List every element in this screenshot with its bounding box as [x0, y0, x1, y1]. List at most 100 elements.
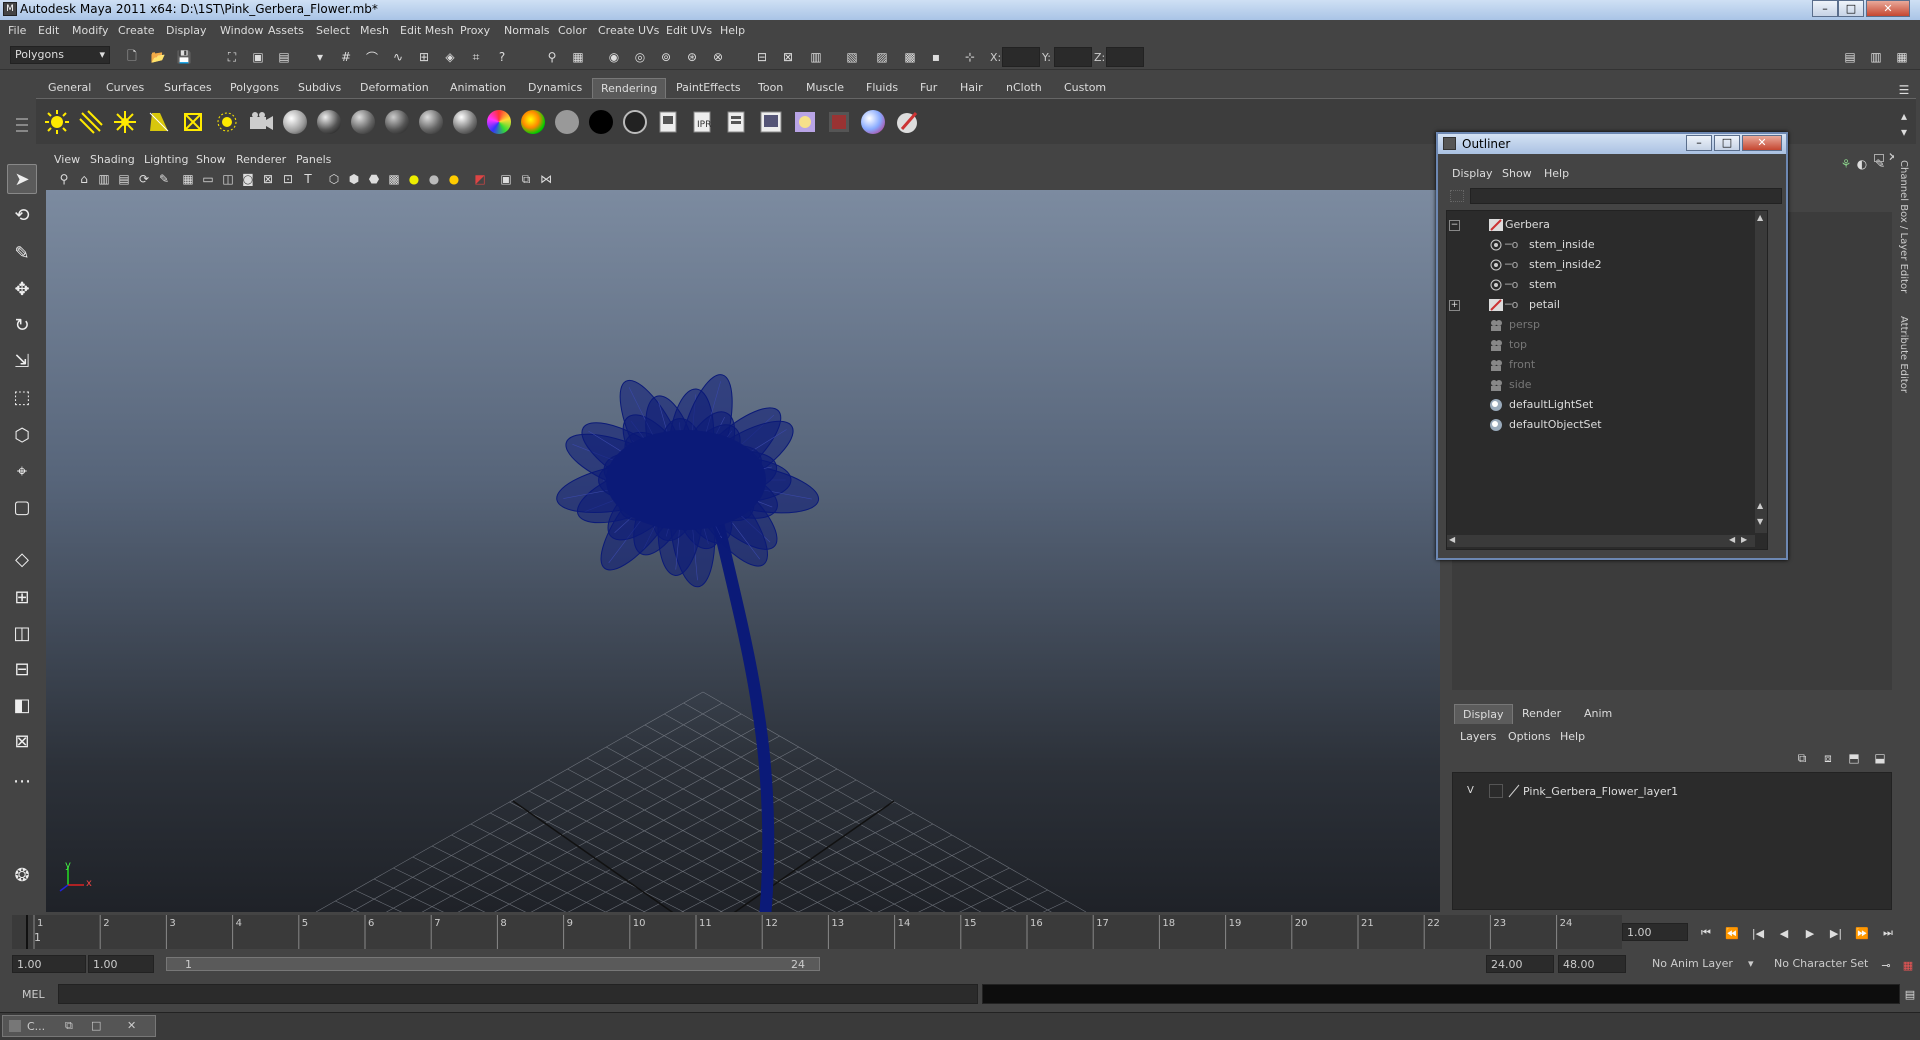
- menu-modify[interactable]: Modify: [72, 24, 108, 37]
- shelf-tab-dynamics[interactable]: Dynamics: [520, 78, 590, 98]
- menu-display[interactable]: Display: [166, 24, 207, 37]
- outliner-maximize-button[interactable]: □: [1714, 135, 1740, 151]
- layer-move-down-icon[interactable]: ⬓: [1870, 748, 1890, 768]
- xray-toggle-icon[interactable]: ▣: [496, 169, 516, 189]
- make-live-icon[interactable]: ◈: [440, 47, 460, 67]
- current-time-field[interactable]: 1.00: [1622, 923, 1688, 941]
- select-object-icon[interactable]: ▣: [248, 47, 268, 67]
- sphere-material-grey-4-icon[interactable]: [416, 107, 446, 137]
- persp-hypershade-layout-icon[interactable]: ◧: [7, 690, 37, 720]
- resolution-gate-icon[interactable]: ◫: [218, 169, 238, 189]
- area-light-icon[interactable]: [178, 107, 208, 137]
- outliner-filter-options-icon[interactable]: [1450, 190, 1464, 202]
- shelf-tab-hair[interactable]: Hair: [952, 78, 991, 98]
- menu-set-dropdown[interactable]: Polygons ▾: [10, 46, 110, 64]
- shelf-tab-fluids[interactable]: Fluids: [858, 78, 906, 98]
- open-scene-icon[interactable]: 📂: [148, 47, 168, 67]
- render-current-frame-icon[interactable]: [654, 107, 684, 137]
- panel-menu-lighting[interactable]: Lighting: [144, 153, 188, 166]
- outliner-title-bar[interactable]: Outliner – □ ✕: [1438, 134, 1786, 154]
- menu-create-uvs[interactable]: Create UVs: [598, 24, 659, 37]
- safe-action-icon[interactable]: ⊡: [278, 169, 298, 189]
- scroll-down-arrow-icon[interactable]: ▼: [1757, 517, 1763, 526]
- point-light-icon[interactable]: [110, 107, 140, 137]
- panel-menu-panels[interactable]: Panels: [296, 153, 331, 166]
- menu-edit-uvs[interactable]: Edit UVs: [666, 24, 712, 37]
- menu-normals[interactable]: Normals: [504, 24, 550, 37]
- shelf-menu-handle[interactable]: [14, 78, 30, 144]
- scroll-right-arrow-icon[interactable]: ▶: [1741, 535, 1747, 544]
- outliner-item-petail[interactable]: + ─o petail: [1447, 295, 1757, 315]
- isolate-select-icon[interactable]: ◩: [470, 169, 490, 189]
- play-forwards-icon[interactable]: ▶: [1800, 923, 1820, 943]
- use-default-light-icon[interactable]: ●: [404, 169, 424, 189]
- sphere-material-grey-2-icon[interactable]: [348, 107, 378, 137]
- outliner-item-top[interactable]: top: [1447, 335, 1757, 355]
- more-layouts-icon[interactable]: ⋯: [7, 766, 37, 796]
- hypershade-window-icon[interactable]: [790, 107, 820, 137]
- menu-help[interactable]: Help: [720, 24, 745, 37]
- persp-graph-hypergraph-layout-icon[interactable]: ⊠: [7, 726, 37, 756]
- layer-visibility-toggle[interactable]: V: [1467, 785, 1474, 796]
- close-button[interactable]: ✕: [1866, 0, 1910, 17]
- maximize-icon[interactable]: □: [91, 1019, 101, 1032]
- select-tool-icon[interactable]: ➤: [7, 164, 37, 194]
- layer-tab-anim[interactable]: Anim: [1576, 704, 1620, 724]
- shelf-tab-fur[interactable]: Fur: [912, 78, 945, 98]
- outliner-horizontal-scrollbar[interactable]: ◀ ◀ ▶: [1447, 535, 1755, 547]
- select-hierarchy-icon[interactable]: ⛶: [222, 47, 242, 67]
- four-view-layout-icon[interactable]: ⊞: [7, 582, 37, 612]
- animation-preferences-icon[interactable]: ▦: [1898, 955, 1918, 975]
- outliner-item-gerbera[interactable]: − Gerbera: [1447, 215, 1757, 235]
- side-tab-channel-box[interactable]: Channel Box / Layer Editor: [1898, 160, 1909, 293]
- x-coordinate-field[interactable]: [1002, 47, 1040, 67]
- render-view-icon[interactable]: ⊗: [708, 47, 728, 67]
- scale-tool-icon[interactable]: ⇲: [7, 346, 37, 376]
- sphere-material-white-icon[interactable]: [280, 107, 310, 137]
- paint-canvas-icon[interactable]: [892, 107, 922, 137]
- outliner-vertical-scrollbar[interactable]: ▲ ▲ ▼: [1755, 211, 1767, 533]
- new-layer-icon[interactable]: ⧉: [1792, 748, 1812, 768]
- persp-outliner-layout-icon[interactable]: ◫: [7, 618, 37, 648]
- time-slider[interactable]: 1 2 3 4 5 6 7 8 9 10 11 12 13 14 15 16 17 18 19 20 21 22 23 24 …: [12, 915, 1622, 949]
- 2d-pan-zoom-icon[interactable]: ⟳: [134, 169, 154, 189]
- shelf-options-icon[interactable]: ☰: [1894, 80, 1914, 100]
- smooth-shade-icon[interactable]: ▪: [926, 47, 946, 67]
- go-to-end-icon[interactable]: ⏭: [1878, 923, 1898, 943]
- gate-mask-icon[interactable]: ◙: [238, 169, 258, 189]
- construction-history-icon[interactable]: ▦: [568, 47, 588, 67]
- volume-light-icon[interactable]: [212, 107, 242, 137]
- shelf-tab-toon[interactable]: Toon: [750, 78, 791, 98]
- shelf-tab-animation[interactable]: Animation: [442, 78, 514, 98]
- select-component-icon[interactable]: ▤: [274, 47, 294, 67]
- shelf-tab-deformation[interactable]: Deformation: [352, 78, 437, 98]
- paint-select-tool-icon[interactable]: ✎: [7, 238, 37, 268]
- shelf-tab-painteffects[interactable]: PaintEffects: [668, 78, 749, 98]
- use-background-icon[interactable]: [620, 107, 650, 137]
- new-scene-icon[interactable]: 🗋: [122, 47, 142, 67]
- sphere-material-grey-5-icon[interactable]: [450, 107, 480, 137]
- outliner-item-stem-inside[interactable]: ─o stem_inside: [1447, 235, 1757, 255]
- menu-edit[interactable]: Edit: [38, 24, 59, 37]
- outliner-close-button[interactable]: ✕: [1742, 135, 1782, 151]
- menu-assets[interactable]: Assets: [268, 24, 304, 37]
- menu-mesh[interactable]: Mesh: [360, 24, 389, 37]
- toggle-attribute-editor-icon[interactable]: ▤: [1840, 47, 1860, 67]
- layered-shader-icon[interactable]: [484, 107, 514, 137]
- selection-mask-icon[interactable]: ▾: [310, 47, 330, 67]
- ambient-light-icon[interactable]: [42, 107, 72, 137]
- camera-icon[interactable]: [246, 107, 276, 137]
- save-scene-icon[interactable]: 💾: [174, 47, 194, 67]
- shelf-tab-subdivs[interactable]: Subdivs: [290, 78, 349, 98]
- menu-color[interactable]: Color: [558, 24, 587, 37]
- snap-view-plane-icon[interactable]: ⊞: [414, 47, 434, 67]
- sphere-material-grey-3-icon[interactable]: [382, 107, 412, 137]
- shelf-tab-custom[interactable]: Custom: [1056, 78, 1114, 98]
- scroll-up-arrow-icon[interactable]: ▲: [1757, 501, 1763, 510]
- panel-layout-icon[interactable]: ⊟: [752, 47, 772, 67]
- layer-tab-display[interactable]: Display: [1454, 704, 1513, 724]
- playback-end-field[interactable]: 24.00: [1486, 955, 1554, 973]
- outliner-menu-display[interactable]: Display: [1452, 167, 1493, 180]
- maximize-button[interactable]: □: [1838, 0, 1864, 17]
- move-tool-icon[interactable]: ✥: [7, 274, 37, 304]
